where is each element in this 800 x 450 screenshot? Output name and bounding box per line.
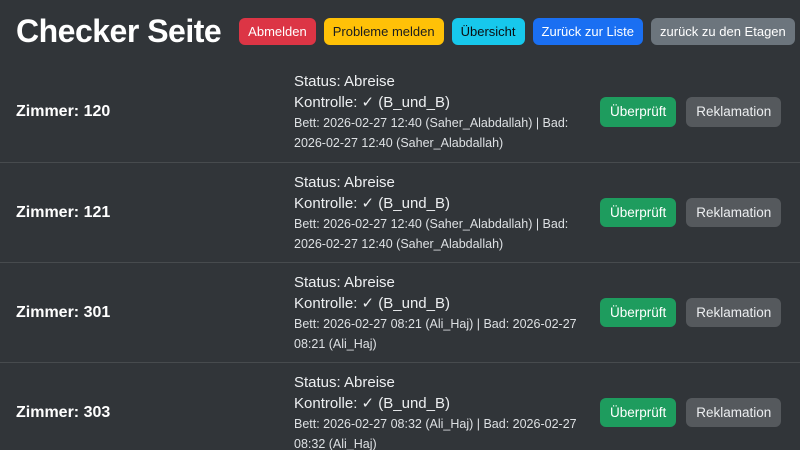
- room-status: Status: Abreise: [294, 173, 395, 191]
- room-status: Status: Abreise: [294, 273, 395, 291]
- room-actions: Überprüft Reklamation: [600, 397, 782, 428]
- room-row-121: Zimmer: 121 Status: Abreise Kontrolle: ✓…: [0, 162, 800, 262]
- room-list: Zimmer: 120 Status: Abreise Kontrolle: ✓…: [0, 62, 800, 450]
- reklamation-button[interactable]: Reklamation: [686, 197, 782, 228]
- room-label: Zimmer: 301: [16, 303, 111, 321]
- page-title: Checker Seite: [16, 12, 222, 49]
- ueberprueft-button[interactable]: Überprüft: [600, 197, 677, 228]
- room-kontrolle: Kontrolle: ✓ (B_und_B): [294, 194, 450, 212]
- room-status: Status: Abreise: [294, 373, 395, 391]
- room-label: Zimmer: 120: [16, 103, 111, 120]
- room-kontrolle: Kontrolle: ✓ (B_und_B): [294, 294, 450, 312]
- ueberprueft-button[interactable]: Überprüft: [600, 397, 677, 428]
- reklamation-button[interactable]: Reklamation: [686, 297, 782, 328]
- room-info: Status: Abreise Kontrolle: ✓ (B_und_B) B…: [294, 172, 586, 254]
- ueberprueft-button[interactable]: Überprüft: [600, 297, 677, 328]
- room-details: Bett: 2026-02-27 08:32 (Ali_Haj) | Bad: …: [294, 416, 577, 450]
- room-row-301: Zimmer: 301 Status: Abreise Kontrolle: ✓…: [0, 262, 800, 362]
- ueberprueft-button[interactable]: Überprüft: [600, 97, 677, 127]
- zurueck-zur-liste-button[interactable]: Zurück zur Liste: [532, 17, 644, 45]
- uebersicht-button[interactable]: Übersicht: [451, 17, 525, 45]
- room-details: Bett: 2026-02-27 12:40 (Saher_Alabdallah…: [294, 216, 569, 251]
- abmelden-button[interactable]: Abmelden: [239, 17, 316, 45]
- room-kontrolle: Kontrolle: ✓ (B_und_B): [294, 94, 450, 111]
- room-info: Status: Abreise Kontrolle: ✓ (B_und_B) B…: [294, 71, 586, 153]
- room-details: Bett: 2026-02-27 08:21 (Ali_Haj) | Bad: …: [294, 316, 577, 351]
- probleme-melden-button[interactable]: Probleme melden: [323, 17, 444, 45]
- room-info: Status: Abreise Kontrolle: ✓ (B_und_B) B…: [294, 372, 586, 450]
- room-status: Status: Abreise: [294, 73, 395, 90]
- reklamation-button[interactable]: Reklamation: [686, 97, 782, 127]
- room-row-303: Zimmer: 303 Status: Abreise Kontrolle: ✓…: [0, 362, 800, 450]
- header: Checker Seite Abmelden Probleme melden Ü…: [0, 0, 800, 62]
- room-kontrolle: Kontrolle: ✓ (B_und_B): [294, 394, 450, 412]
- reklamation-button[interactable]: Reklamation: [686, 397, 782, 428]
- room-row-120: Zimmer: 120 Status: Abreise Kontrolle: ✓…: [0, 62, 800, 162]
- room-actions: Überprüft Reklamation: [600, 297, 782, 328]
- room-details: Bett: 2026-02-27 12:40 (Saher_Alabdallah…: [294, 116, 569, 150]
- room-label: Zimmer: 121: [16, 203, 111, 221]
- zurueck-zu-den-etagen-button[interactable]: zurück zu den Etagen: [651, 17, 795, 45]
- room-info: Status: Abreise Kontrolle: ✓ (B_und_B) B…: [294, 272, 586, 354]
- room-actions: Überprüft Reklamation: [600, 197, 782, 228]
- room-label: Zimmer: 303: [16, 403, 111, 421]
- room-actions: Überprüft Reklamation: [600, 97, 782, 127]
